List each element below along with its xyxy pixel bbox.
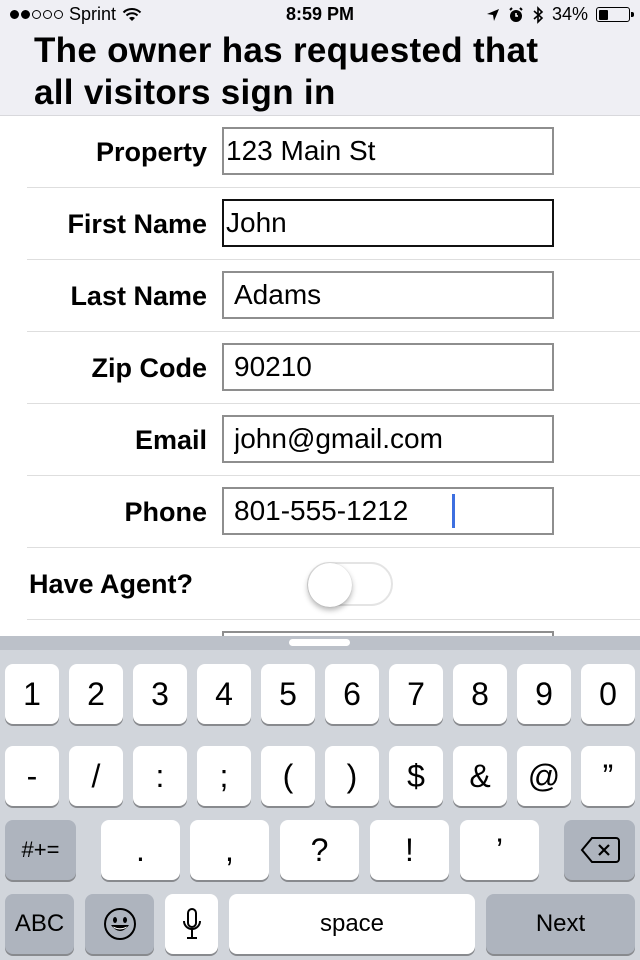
key-close-paren[interactable]: ) <box>325 746 379 806</box>
email-input[interactable] <box>222 415 554 463</box>
key-7[interactable]: 7 <box>389 664 443 724</box>
key-quote[interactable]: ” <box>581 746 635 806</box>
key-space[interactable]: space <box>229 894 475 954</box>
form-row-first-name: First Name <box>27 188 640 260</box>
phone-label: Phone <box>124 497 207 527</box>
key-next[interactable]: Next <box>486 894 635 954</box>
keyboard: 1 -2 /3:4; 5 (6) 7 $8 & 9 @0 ” #+=.,?!’ ABC space Next <box>0 636 640 960</box>
key-dollar[interactable]: $ <box>389 746 443 806</box>
form-row-have-agent: Have Agent? <box>27 548 640 620</box>
have-agent-label: Have Agent? <box>29 569 194 599</box>
first-name-label: First Name <box>67 209 207 239</box>
property-input[interactable] <box>222 127 554 175</box>
battery-icon <box>596 7 634 22</box>
last-name-input[interactable] <box>222 271 554 319</box>
status-bar: Sprint 8:59 PM 34% <box>0 0 640 30</box>
zip-code-label: Zip Code <box>91 353 208 383</box>
microphone-icon <box>182 908 201 939</box>
key-period[interactable]: . <box>101 820 180 880</box>
key-colon[interactable]: : <box>133 746 187 806</box>
key-semicolon[interactable]: ; <box>197 746 251 806</box>
form-row-phone: Phone <box>27 476 640 548</box>
key-exclamation[interactable]: ! <box>370 820 449 880</box>
key-at[interactable]: @ <box>517 746 571 806</box>
page-header: The owner has requested that all visitor… <box>0 30 640 116</box>
key-9[interactable]: 9 <box>517 664 571 724</box>
page-title: The owner has requested that all visitor… <box>34 31 539 112</box>
key-4[interactable]: 4 <box>197 664 251 724</box>
form-row-email: Email <box>27 404 640 476</box>
key-hyphen[interactable]: - <box>5 746 59 806</box>
key-apostrophe[interactable]: ’ <box>460 820 539 880</box>
battery-percent: 34% <box>551 4 588 24</box>
key-comma[interactable]: , <box>190 820 269 880</box>
key-delete[interactable] <box>564 820 635 880</box>
form-row-zip-code: Zip Code <box>27 332 640 404</box>
keyboard-handle-bar <box>0 636 640 650</box>
key-6[interactable]: 6 <box>325 664 379 724</box>
key-8[interactable]: 8 <box>453 664 507 724</box>
toggle-knob <box>308 563 352 607</box>
zip-code-input[interactable] <box>222 343 554 391</box>
emoji-icon <box>103 908 136 940</box>
key-2[interactable]: 2 <box>69 664 123 724</box>
key-question[interactable]: ? <box>280 820 359 880</box>
key-open-paren[interactable]: ( <box>261 746 315 806</box>
have-agent-toggle[interactable] <box>307 562 393 607</box>
property-label: Property <box>95 137 207 167</box>
key-abc[interactable]: ABC <box>5 894 74 954</box>
text-cursor <box>452 494 455 528</box>
key-emoji[interactable] <box>85 894 154 954</box>
sign-in-form: Property First Name Last Name Zip Code E… <box>0 116 640 651</box>
key-5[interactable]: 5 <box>261 664 315 724</box>
phone-input[interactable] <box>222 487 554 535</box>
key-0[interactable]: 0 <box>581 664 635 724</box>
alarm-icon <box>509 6 523 22</box>
key-ampersand[interactable]: & <box>453 746 507 806</box>
bluetooth-icon <box>533 5 544 24</box>
keyboard-drag-handle[interactable] <box>289 639 350 646</box>
form-row-last-name: Last Name <box>27 260 640 332</box>
key-dictation[interactable] <box>165 894 218 954</box>
key-more-symbols[interactable]: #+= <box>5 820 76 880</box>
first-name-input[interactable] <box>222 199 554 247</box>
backspace-icon <box>580 837 620 863</box>
key-3[interactable]: 3 <box>133 664 187 724</box>
key-slash[interactable]: / <box>69 746 123 806</box>
key-1[interactable]: 1 <box>5 664 59 724</box>
email-label: Email <box>134 425 207 455</box>
last-name-label: Last Name <box>70 281 207 311</box>
form-row-property: Property <box>27 116 640 188</box>
location-arrow-icon <box>486 8 499 21</box>
battery-fill <box>598 9 609 20</box>
